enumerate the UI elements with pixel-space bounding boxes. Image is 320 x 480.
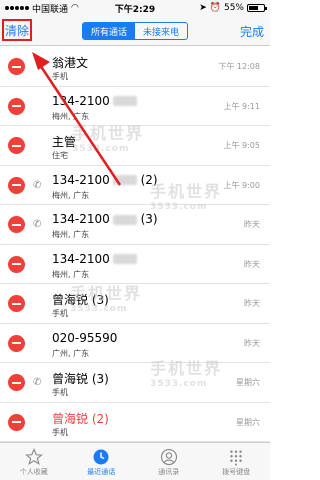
call-time: 昨天 [244,259,260,269]
tab-missed-calls[interactable]: 未接来电 [135,23,187,39]
delete-icon[interactable] [8,413,25,431]
tab-all-calls[interactable]: 所有通话 [83,23,135,39]
call-time: 星期六 [236,378,260,387]
delete-icon[interactable] [8,255,25,273]
delete-icon[interactable] [8,374,25,391]
caller-name: 134-2100 (3) [52,212,158,226]
tab-bar: 个人收藏 最近通话 通讯录 拨号键盘 [0,442,270,480]
recent-calls-list: 翁港文 手机 下午 12:08 134-2100 梅州, 广东 上午 9:11 主管 住宅 上午… [0,47,270,442]
call-row[interactable]: 134-2100 梅州, 广东 昨天 [0,245,270,284]
status-bar: 中国联通 ◠ 下午2:29 ➤ ⏰ 55% [0,0,270,16]
caller-detail: 梅州, 广东 [52,111,90,121]
clear-button[interactable]: 清除 [2,19,32,41]
delete-icon[interactable] [8,137,25,154]
call-row[interactable]: 翁港文手机 下午 12:08 [0,47,270,87]
caller-name: 曾海锐 (3) [52,293,109,307]
caller-name: 134-2100 (2) [52,172,158,187]
caller-detail: 广州, 广东 [52,348,90,358]
call-row[interactable]: 曾海锐 (2) 手机 星期六 [0,403,270,442]
delete-icon[interactable] [8,58,25,75]
call-row[interactable]: 134-2100 梅州, 广东 上午 9:11 [0,87,270,126]
star-icon [24,447,43,467]
delete-icon[interactable] [8,97,25,115]
delete-icon[interactable] [8,334,25,352]
caller-detail: 手机 [52,72,68,81]
call-time: 昨天 [244,299,260,308]
tab-star[interactable]: 个人收藏 [0,443,68,480]
caller-name: 曾海锐 (3) [52,372,109,386]
outgoing-call-icon: ✆ [33,219,42,230]
contacts-icon [160,447,178,467]
tab-keypad[interactable]: 拨号键盘 [203,443,271,480]
nav-bar: 清除 所有通话 未接来电 完成 [0,16,270,46]
call-time: 昨天 [244,338,260,348]
tab-clock[interactable]: 最近通话 [68,443,136,480]
keypad-icon [227,447,245,467]
caller-detail: 梅州, 广东 [52,230,90,239]
outgoing-call-icon: ✆ [33,377,42,388]
call-time: 上午 9:00 [223,180,260,190]
call-time: 下午 12:08 [218,62,260,71]
caller-detail: 梅州, 广东 [52,190,90,200]
delete-icon[interactable] [8,176,25,194]
carrier-label: 中国联通 [32,4,69,15]
caller-detail: 住宅 [52,151,68,160]
call-time: 昨天 [244,220,260,229]
call-row[interactable]: 主管住宅 上午 9:05 [0,126,270,166]
caller-name: 翁港文 [52,56,89,70]
caller-detail: 梅州, 广东 [52,269,90,279]
call-row[interactable]: ✆ 曾海锐 (3) 手机 星期六 [0,363,270,403]
tab-label: 拨号键盘 [222,468,251,476]
caller-name: 主管 [52,135,77,149]
caller-detail: 手机 [52,309,68,318]
signal-icon [5,6,29,10]
caller-name: 134-2100 [52,94,137,108]
battery-icon [247,4,267,12]
tab-label: 个人收藏 [19,468,48,476]
tab-label: 通讯录 [158,468,180,476]
done-button[interactable]: 完成 [240,23,264,40]
redacted-digits [112,96,137,106]
delete-icon[interactable] [8,216,25,233]
phone-screen: 中国联通 ◠ 下午2:29 ➤ ⏰ 55% 清除 所有通话 未接来电 完成 翁港… [0,0,270,480]
caller-name: 曾海锐 (2) [52,411,109,426]
clock-icon [92,447,110,467]
call-row[interactable]: ✆ 134-2100 (2) 梅州, 广东 上午 9:00 [0,166,270,205]
battery-percent: 55% [223,3,244,13]
redacted-digits [112,175,137,185]
tab-label: 最近通话 [87,468,116,476]
call-time: 星期六 [236,417,260,427]
caller-detail: 手机 [52,427,68,437]
redacted-digits [112,254,137,264]
delete-icon[interactable] [8,295,25,312]
call-time: 上午 9:11 [223,101,260,111]
outgoing-call-icon: ✆ [33,179,42,191]
call-row[interactable]: 020-95590 广州, 广东 昨天 [0,324,270,363]
wifi-icon: ◠ [71,3,79,13]
caller-name: 020-95590 [52,330,118,345]
tab-contacts[interactable]: 通讯录 [135,443,203,480]
location-icon: ➤ [199,3,207,13]
caller-name: 134-2100 [52,252,137,266]
alarm-icon: ⏰ [209,3,221,13]
call-filter-segmented: 所有通话 未接来电 [82,22,188,40]
call-time: 上午 9:05 [223,141,260,150]
redacted-digits [112,214,137,225]
caller-detail: 手机 [52,388,68,397]
call-row[interactable]: 曾海锐 (3) 手机 昨天 [0,284,270,324]
call-row[interactable]: ✆ 134-2100 (3) 梅州, 广东 昨天 [0,205,270,245]
